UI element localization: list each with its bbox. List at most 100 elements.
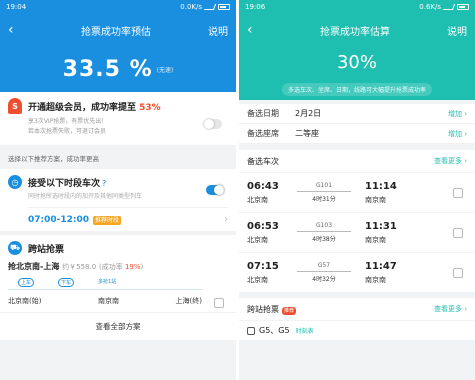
- train-number: G57: [317, 262, 331, 269]
- view-more-cross[interactable]: 查看更多 ›: [434, 304, 467, 314]
- date-label: 备选日期: [247, 109, 279, 118]
- time-slot-title: 接受以下时段车次: [28, 178, 101, 189]
- stops-row: 北京南(始) 南京南 上海(终): [8, 296, 228, 306]
- to-station: 南京南: [365, 195, 386, 204]
- departure-time: 06:43: [247, 180, 279, 192]
- time-slot-section: ◷ 接受以下时段车次? 同时抢所选时段内的加开及其他同类型列车 07:00-12…: [0, 169, 236, 231]
- battery-icon: [218, 4, 230, 10]
- cross-station-label: 跨站抢票: [247, 304, 279, 314]
- status-time: 19:04: [6, 3, 27, 11]
- vip-benefit-2: 若本次抢票失败，可退订会员: [28, 128, 107, 135]
- vip-benefit-1: 享3次VIP抢票，有票优先出！: [28, 118, 108, 125]
- add-seat-button[interactable]: 增加 ›: [448, 129, 467, 139]
- stop-destination: 上海(终): [175, 297, 202, 305]
- recommend-badge: 推荐: [282, 306, 297, 315]
- cross-station-title: 跨站抢票: [28, 244, 65, 255]
- to-station: 南京南: [365, 235, 386, 244]
- vip-rate-value: 53%: [139, 102, 161, 113]
- arrow-icon: [297, 271, 351, 272]
- right-header: 19:06 0.6K/s ‹ 抢票成功率估算 说明 30% 多选车次、坐席、日期…: [239, 0, 475, 100]
- from-station: 北京南: [247, 235, 268, 244]
- from-station: 北京南: [247, 195, 268, 204]
- view-more-trains[interactable]: 查看更多 ›: [434, 156, 467, 166]
- success-rate-value: 30%: [336, 51, 377, 73]
- train-row[interactable]: 07:15 北京南 G57 4时32分 11:47 南京南: [239, 252, 475, 292]
- signal-icon: [442, 4, 456, 10]
- time-range-selector[interactable]: 07:00-12:00 推荐时段 ›: [28, 207, 228, 225]
- vip-headline: 开通超级会员，成功率提至: [28, 102, 140, 113]
- time-slot-toggle[interactable]: [206, 185, 224, 195]
- train-row[interactable]: 06:43 北京南 G101 4时31分 11:14 南京南: [239, 172, 475, 212]
- duration: 4时31分: [312, 196, 336, 203]
- extra-station-pill: 多抢1站: [98, 279, 117, 285]
- left-screen: 19:04 0.0K/s ‹ 抢票成功率预估 说明 33.5 % (无速) S …: [0, 0, 236, 380]
- page-title: 抢票成功率估算: [320, 26, 390, 38]
- cross-train-row[interactable]: G5、G5 时刻表: [239, 320, 475, 340]
- recommend-tag: 推荐时段: [93, 216, 122, 225]
- cross-station-checkbox[interactable]: [214, 298, 224, 308]
- date-value: 2月2日: [295, 109, 322, 118]
- train-checkbox[interactable]: [453, 228, 463, 238]
- back-icon[interactable]: ‹: [8, 22, 24, 38]
- train-checkbox[interactable]: [453, 188, 463, 198]
- train-number: G103: [315, 222, 333, 229]
- network-speed: 0.6K/s: [419, 3, 441, 11]
- train-icon: ⛟: [8, 241, 22, 255]
- cross-train-label: G5、G5: [259, 326, 290, 335]
- route-price: 约￥558.0: [62, 263, 97, 271]
- from-station: 北京南: [247, 275, 268, 284]
- chevron-right-icon: ›: [224, 214, 228, 225]
- help-link[interactable]: 说明: [447, 23, 467, 38]
- departure-time: 06:53: [247, 220, 279, 232]
- vip-card: S 开通超级会员，成功率提至 53% 享3次VIP抢票，有票优先出！ 若本次抢票…: [0, 92, 236, 145]
- arrival-time: 11:14: [365, 180, 397, 192]
- train-number: G101: [315, 182, 333, 189]
- success-rate: 33.5 % (无速): [0, 46, 236, 92]
- nav-bar: ‹ 抢票成功率估算 说明: [239, 14, 475, 46]
- signal-icon: [203, 4, 217, 10]
- alight-pill: 下车: [58, 278, 75, 287]
- to-station: 南京南: [365, 275, 386, 284]
- arrow-icon: [297, 231, 351, 232]
- route-text: 抢北京南-上海: [8, 262, 60, 271]
- recommend-hint: 选择以下推荐方案，成功率更高: [8, 155, 99, 163]
- train-checkbox[interactable]: [453, 268, 463, 278]
- help-link[interactable]: 说明: [208, 23, 228, 38]
- add-date-button[interactable]: 增加 ›: [448, 109, 467, 119]
- nav-bar: ‹ 抢票成功率预估 说明: [0, 14, 236, 46]
- page-title: 抢票成功率预估: [81, 26, 151, 38]
- time-range: 07:00-12:00: [28, 215, 90, 225]
- back-icon[interactable]: ‹: [247, 22, 263, 38]
- vip-icon: S: [8, 98, 22, 114]
- arrival-time: 11:47: [365, 260, 397, 272]
- time-slot-desc: 同时抢所选时段内的加开及其他同类型列车: [28, 193, 143, 200]
- cross-station-section: ⛟ 跨站抢票 抢北京南-上海 约￥558.0 (成功率 19%) 上车 下车 多…: [0, 235, 236, 312]
- network-speed: 0.0K/s: [180, 3, 202, 11]
- vip-toggle[interactable]: [204, 119, 222, 129]
- trains-header: 备选车次 查看更多 ›: [239, 150, 475, 172]
- question-icon[interactable]: ?: [102, 179, 106, 188]
- duration: 4时32分: [312, 276, 336, 283]
- date-row[interactable]: 备选日期 2月2日 增加 ›: [239, 104, 475, 124]
- board-pill: 上车: [18, 278, 35, 287]
- stop-origin: 北京南(始): [8, 297, 42, 305]
- view-all-plans[interactable]: 查看全部方案: [0, 312, 236, 340]
- seat-label: 备选座席: [247, 129, 279, 138]
- train-icon: [247, 326, 255, 335]
- trains-label: 备选车次: [247, 156, 279, 166]
- route-rate: 19%: [124, 263, 141, 271]
- seat-value: 二等座: [295, 129, 319, 138]
- seat-row[interactable]: 备选座席 二等座 增加 ›: [239, 124, 475, 144]
- battery-icon: [457, 4, 469, 10]
- clock-icon: ◷: [8, 175, 22, 189]
- cross-station-header: 跨站抢票 推荐 查看更多 ›: [239, 298, 475, 320]
- right-screen: 19:06 0.6K/s ‹ 抢票成功率估算 说明 30% 多选车次、坐席、日期…: [239, 0, 475, 380]
- train-row[interactable]: 06:53 北京南 G103 4时38分 11:31 南京南: [239, 212, 475, 252]
- schedule-link[interactable]: 时刻表: [296, 326, 314, 335]
- left-header: 19:04 0.0K/s ‹ 抢票成功率预估 说明 33.5 % (无速): [0, 0, 236, 92]
- status-bar: 19:04 0.0K/s: [0, 0, 236, 14]
- duration: 4时38分: [312, 236, 336, 243]
- departure-time: 07:15: [247, 260, 279, 272]
- success-rate-value: 33.5 %: [62, 56, 153, 82]
- arrow-icon: [297, 191, 351, 192]
